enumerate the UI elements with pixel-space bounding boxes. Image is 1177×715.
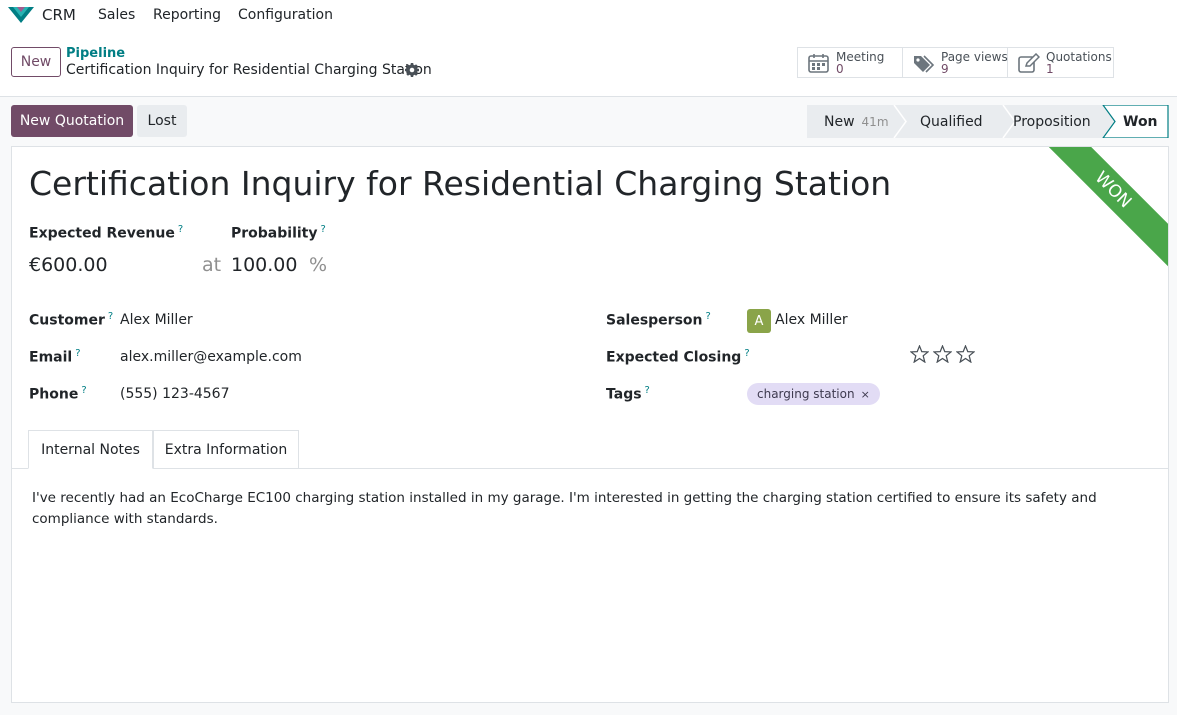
stage-bar: New 41m Qualified Proposition Won xyxy=(807,105,1169,138)
menu-sales[interactable]: Sales xyxy=(98,7,135,23)
percent-sign: % xyxy=(309,254,328,276)
tags-label: Tags? xyxy=(606,385,650,403)
crm-logo-icon[interactable] xyxy=(8,7,34,23)
tag-label: charging station xyxy=(757,387,855,401)
new-quotation-button[interactable]: New Quotation xyxy=(11,105,133,137)
tags-icon xyxy=(914,54,935,73)
gear-icon[interactable] xyxy=(405,63,419,77)
menu-configuration[interactable]: Configuration xyxy=(238,7,333,23)
tab-extra-information[interactable]: Extra Information xyxy=(153,430,299,469)
help-icon[interactable]: ? xyxy=(81,385,86,396)
help-icon[interactable]: ? xyxy=(75,348,80,359)
help-icon[interactable]: ? xyxy=(321,224,326,235)
meeting-label: Meeting xyxy=(836,49,885,64)
at-separator: at xyxy=(202,254,222,276)
help-icon[interactable]: ? xyxy=(645,385,650,396)
probability-field[interactable]: 100.00 xyxy=(231,254,297,276)
star-icon[interactable] xyxy=(933,345,952,363)
tag-remove-icon[interactable]: × xyxy=(861,388,870,401)
phone-field[interactable]: (555) 123-4567 xyxy=(120,386,230,402)
priority-stars xyxy=(910,345,975,363)
help-icon[interactable]: ? xyxy=(108,311,113,322)
probability-label: Probability? xyxy=(231,224,326,242)
meeting-count: 0 xyxy=(836,61,844,76)
page-views-count: 9 xyxy=(941,61,949,76)
lost-button[interactable]: Lost xyxy=(137,105,187,137)
stage-qualified[interactable]: Qualified xyxy=(920,105,983,138)
email-field[interactable]: alex.miller@example.com xyxy=(120,349,302,365)
smart-buttons: Meeting 0 Page views 9 Quotations 1 xyxy=(797,47,1114,78)
star-icon[interactable] xyxy=(956,345,975,363)
salesperson-label: Salesperson? xyxy=(606,311,711,329)
help-icon[interactable]: ? xyxy=(744,348,749,359)
stage-new-label: New xyxy=(824,113,855,130)
form-sheet: WON Certification Inquiry for Residentia… xyxy=(11,146,1169,703)
quotations-smart-button[interactable]: Quotations 1 xyxy=(1008,48,1113,77)
email-label: Email? xyxy=(29,348,81,366)
won-ribbon: WON xyxy=(1024,147,1168,279)
help-icon[interactable]: ? xyxy=(706,311,711,322)
avatar: A xyxy=(747,309,771,333)
expected-closing-label: Expected Closing? xyxy=(606,348,750,366)
breadcrumb-pipeline[interactable]: Pipeline xyxy=(66,46,125,61)
customer-field[interactable]: Alex Miller xyxy=(120,312,193,328)
customer-label: Customer? xyxy=(29,311,114,329)
phone-label: Phone? xyxy=(29,385,87,403)
tab-internal-notes[interactable]: Internal Notes xyxy=(28,430,153,469)
star-icon[interactable] xyxy=(910,345,929,363)
app-name[interactable]: CRM xyxy=(42,6,76,24)
quotations-count: 1 xyxy=(1046,61,1054,76)
stage-proposition-label: Proposition xyxy=(1013,113,1091,130)
stage-new-duration: 41m xyxy=(861,114,889,129)
tag-charging-station[interactable]: charging station × xyxy=(747,383,880,405)
top-navbar: CRM Sales Reporting Configuration xyxy=(0,0,1177,31)
calendar-icon xyxy=(808,53,829,73)
edit-icon xyxy=(1018,52,1040,73)
internal-notes-content[interactable]: I've recently had an EcoCharge EC100 cha… xyxy=(32,488,1122,530)
stage-proposition[interactable]: Proposition xyxy=(1013,105,1091,138)
opportunity-title[interactable]: Certification Inquiry for Residential Ch… xyxy=(29,164,891,203)
expected-revenue-label: Expected Revenue? xyxy=(29,224,184,242)
control-panel: New Pipeline Certification Inquiry for R… xyxy=(0,31,1177,97)
stage-qualified-label: Qualified xyxy=(920,113,983,130)
stage-won[interactable]: Won xyxy=(1123,105,1158,138)
help-icon[interactable]: ? xyxy=(178,224,183,235)
salesperson-field[interactable]: Alex Miller xyxy=(775,312,848,328)
stage-new[interactable]: New 41m xyxy=(824,105,889,138)
quotations-label: Quotations xyxy=(1046,49,1112,64)
menu-reporting[interactable]: Reporting xyxy=(153,7,221,23)
meeting-smart-button[interactable]: Meeting 0 xyxy=(798,48,903,77)
expected-revenue-field[interactable]: €600.00 xyxy=(29,254,108,276)
page-views-label: Page views xyxy=(941,49,1008,64)
stage-won-label: Won xyxy=(1123,113,1158,130)
breadcrumb-current: Certification Inquiry for Residential Ch… xyxy=(66,62,432,78)
new-record-button[interactable]: New xyxy=(11,47,61,77)
page-views-smart-button[interactable]: Page views 9 xyxy=(903,48,1008,77)
